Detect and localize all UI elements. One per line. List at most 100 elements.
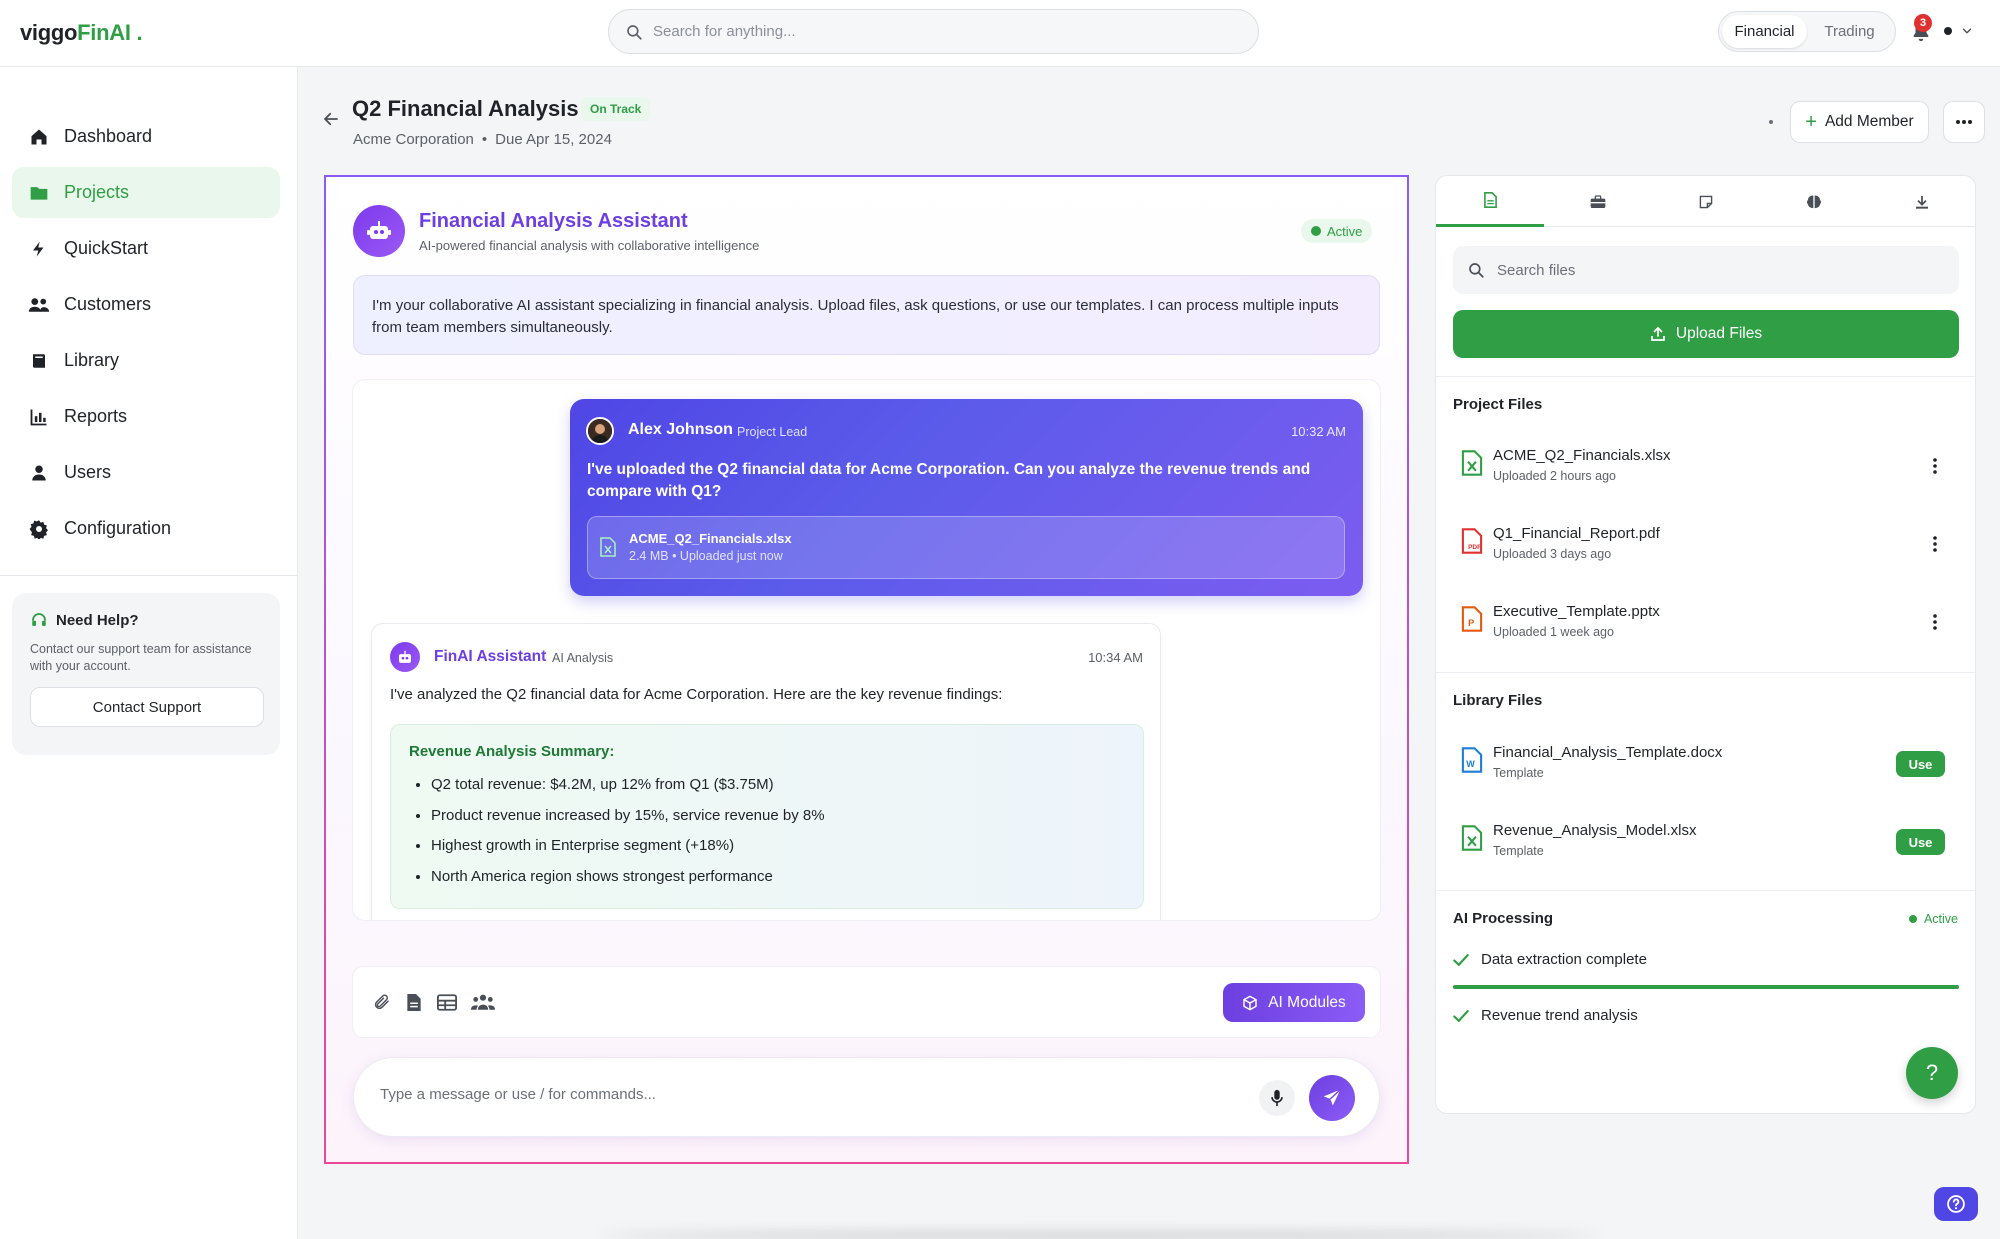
users-icon	[28, 294, 50, 316]
use-template-button[interactable]: Use	[1896, 829, 1945, 855]
sidebar-item-configuration[interactable]: Configuration	[12, 503, 280, 554]
file-meta: Uploaded 2 hours ago	[1493, 469, 1617, 483]
processing-step-label: Revenue trend analysis	[1481, 1007, 1638, 1024]
divider	[1436, 672, 1975, 673]
book-icon	[28, 350, 50, 372]
more-options-button[interactable]	[1943, 101, 1985, 143]
kebab-menu-icon[interactable]	[1925, 532, 1945, 556]
help-title: Need Help?	[30, 611, 262, 629]
sidebar-item-library[interactable]: Library	[12, 335, 280, 386]
tab-notes[interactable]	[1652, 176, 1760, 227]
avatar	[586, 417, 614, 445]
search-icon	[1469, 263, 1484, 278]
gear-icon	[28, 518, 50, 540]
sidebar-divider	[0, 575, 298, 576]
subtitle-separator: •	[481, 131, 488, 148]
send-icon	[1323, 1089, 1341, 1106]
back-arrow-icon[interactable]	[322, 110, 340, 128]
file-meta: Uploaded 1 week ago	[1493, 625, 1614, 639]
sidebar-item-users[interactable]: Users	[12, 447, 280, 498]
message-thread[interactable]: Alex Johnson Project Lead 10:32 AM I've …	[353, 380, 1380, 920]
svg-text:PDF: PDF	[1468, 544, 1481, 551]
file-name: ACME_Q2_Financials.xlsx	[1493, 447, 1671, 464]
file-name: Q1_Financial_Report.pdf	[1493, 525, 1660, 542]
plus-icon: +	[1805, 111, 1817, 133]
file-search[interactable]	[1453, 246, 1959, 294]
pdf-file-icon: PDF	[1461, 528, 1483, 554]
kebab-menu-icon[interactable]	[1925, 610, 1945, 634]
processing-status-text: Active	[1923, 912, 1958, 926]
add-member-button[interactable]: + Add Member	[1790, 101, 1929, 143]
microphone-icon	[1271, 1089, 1283, 1107]
file-row[interactable]: Revenue_Analysis_Model.xlsx Template Use	[1453, 813, 1959, 873]
brain-tab-icon	[1807, 195, 1821, 209]
download-tab-icon	[1916, 195, 1928, 209]
support-chat-button[interactable]	[1934, 1187, 1978, 1221]
sidebar-item-dashboard[interactable]: Dashboard	[12, 111, 280, 162]
tab-downloads[interactable]	[1868, 176, 1975, 227]
sidebar-item-label: Dashboard	[64, 126, 153, 146]
processing-step-label: Data extraction complete	[1481, 951, 1647, 968]
tab-documents[interactable]	[1436, 176, 1544, 227]
sidebar-item-customers[interactable]: Customers	[12, 279, 280, 330]
revenue-summary: Revenue Analysis Summary: Q2 total reven…	[390, 724, 1144, 909]
document-icon[interactable]	[403, 991, 425, 1013]
search-icon	[627, 24, 642, 40]
file-row[interactable]: P Executive_Template.pptx Uploaded 1 wee…	[1453, 594, 1959, 654]
message-input[interactable]	[380, 1086, 1240, 1103]
send-button[interactable]	[1309, 1075, 1355, 1121]
sidebar-item-reports[interactable]: Reports	[12, 391, 280, 442]
svg-text:P: P	[1468, 618, 1474, 628]
chat-toolbar: AI Modules	[353, 967, 1380, 1037]
ai-processing-title: AI Processing	[1453, 910, 1554, 927]
file-row[interactable]: ACME_Q2_Financials.xlsx Uploaded 2 hours…	[1453, 438, 1959, 498]
kebab-menu-icon[interactable]	[1925, 454, 1945, 478]
attachment-card[interactable]: ACME_Q2_Financials.xlsx 2.4 MB • Uploade…	[587, 516, 1345, 579]
toggle-financial[interactable]: Financial	[1722, 15, 1807, 48]
chat-panel: Financial Analysis Assistant AI-powered …	[324, 175, 1409, 1164]
table-icon[interactable]	[436, 991, 458, 1013]
ai-modules-button[interactable]: AI Modules	[1223, 983, 1365, 1022]
app-logo[interactable]: viggoFinAI .	[20, 20, 143, 46]
sidebar-item-projects[interactable]: Projects	[12, 167, 280, 218]
library-files-title: Library Files	[1453, 692, 1543, 709]
file-row[interactable]: W Financial_Analysis_Template.docx Templ…	[1453, 735, 1959, 795]
sidebar-item-label: Configuration	[64, 518, 172, 538]
notification-badge: 3	[1914, 14, 1932, 32]
robot-icon	[399, 650, 411, 663]
divider	[1436, 376, 1975, 377]
logo-suffix: .	[130, 20, 143, 45]
tab-briefcase[interactable]	[1544, 176, 1652, 227]
toggle-trading[interactable]: Trading	[1807, 15, 1892, 48]
divider	[1436, 890, 1975, 891]
file-search-input[interactable]	[1497, 261, 1937, 279]
summary-item: Product revenue increased by 15%, servic…	[431, 801, 1125, 832]
tab-ai[interactable]	[1760, 176, 1868, 227]
global-search[interactable]	[608, 9, 1259, 54]
file-name: Revenue_Analysis_Model.xlsx	[1493, 822, 1697, 839]
use-template-button[interactable]: Use	[1896, 751, 1945, 777]
svg-text:W: W	[1466, 759, 1475, 769]
file-row[interactable]: PDF Q1_Financial_Report.pdf Uploaded 3 d…	[1453, 516, 1959, 576]
message-composer	[353, 1057, 1380, 1137]
home-icon	[28, 126, 50, 148]
user-menu[interactable]	[1944, 24, 1974, 38]
page-subtitle: Acme Corporation • Due Apr 15, 2024	[353, 131, 612, 148]
upload-files-button[interactable]: Upload Files	[1453, 310, 1959, 358]
microphone-button[interactable]	[1259, 1080, 1295, 1116]
help-fab-button[interactable]: ?	[1906, 1047, 1958, 1099]
xlsx-file-icon	[1461, 450, 1483, 476]
attachment-name: ACME_Q2_Financials.xlsx	[629, 531, 792, 546]
xlsx-file-icon	[1461, 825, 1483, 851]
summary-list: Q2 total revenue: $4.2M, up 12% from Q1 …	[409, 770, 1125, 892]
logo-accent-text: FinAI	[77, 20, 131, 45]
paperclip-icon[interactable]	[371, 991, 393, 1013]
global-search-input[interactable]	[653, 23, 1213, 40]
attachment-meta: 2.4 MB • Uploaded just now	[629, 549, 783, 563]
team-icon[interactable]	[471, 991, 495, 1013]
sender-name: Alex Johnson	[628, 421, 733, 438]
summary-title: Revenue Analysis Summary:	[409, 743, 615, 760]
processing-status: Active	[1908, 912, 1958, 926]
contact-support-button[interactable]: Contact Support	[30, 687, 264, 727]
sidebar-item-quickstart[interactable]: QuickStart	[12, 223, 280, 274]
